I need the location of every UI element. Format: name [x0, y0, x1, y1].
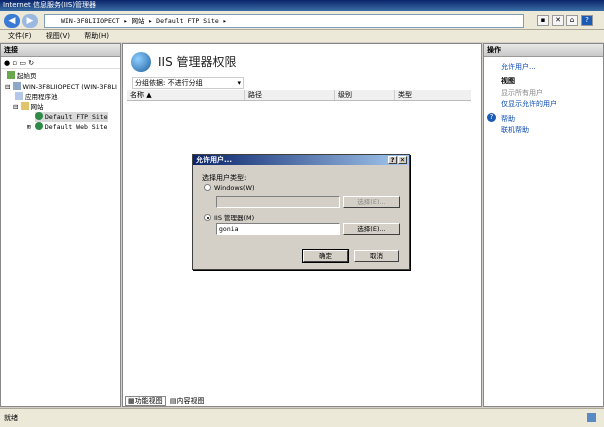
network-icon[interactable]: ▪	[537, 15, 549, 26]
radio-windows[interactable]: Windows(W)	[204, 184, 255, 192]
window-title-bar: Internet 信息服务(IIS)管理器	[0, 0, 604, 11]
folder-icon	[20, 102, 29, 110]
user-type-label: 选择用户类型:	[202, 174, 247, 182]
help-icon[interactable]: ?	[581, 15, 593, 26]
column-name[interactable]: 名称 ▲	[127, 90, 245, 100]
connect-icon[interactable]: ●	[4, 59, 10, 67]
radio-iis-manager[interactable]: IIS 管理器(M)	[204, 212, 254, 222]
tab-features-view[interactable]: ▦功能视图	[125, 396, 166, 406]
action-allow-user[interactable]: 允许用户...	[501, 62, 536, 72]
actions-pane: 操作 允许用户... 视图 显示所有用户 仅显示允许的用户 ? 帮助 联机帮助	[483, 43, 604, 407]
allow-user-dialog: 允许用户... ? ✕ 选择用户类型: Windows(W) 选择(E)... …	[192, 154, 410, 270]
permissions-globe-icon	[131, 52, 151, 72]
action-help[interactable]: 帮助	[501, 114, 515, 124]
refresh-icon[interactable]: ↻	[28, 59, 34, 67]
connections-pane: 连接 ● ▫ ▭ ↻ 起始页 ⊟ WIN-3F8LIIOPECT (WIN-3F…	[0, 43, 121, 407]
collapse-icon[interactable]: ⊟	[13, 103, 18, 111]
help-icon: ?	[487, 113, 496, 122]
start-page-icon	[7, 71, 15, 79]
action-online-help[interactable]: 联机帮助	[501, 125, 529, 135]
windows-user-input[interactable]	[216, 196, 340, 208]
view-tabs: ▦功能视图 ▤内容视图	[125, 396, 206, 407]
column-level[interactable]: 级别	[335, 90, 395, 100]
network-status-icon	[587, 413, 596, 422]
help-icon[interactable]: ?	[388, 156, 397, 164]
stop-icon[interactable]: ✕	[552, 15, 564, 26]
server-icon	[12, 82, 21, 90]
menu-file[interactable]: 文件(F)	[8, 32, 32, 40]
radio-windows-button[interactable]	[204, 184, 211, 191]
view-section-header: 视图	[501, 77, 515, 85]
tree-item-app-pools[interactable]: 应用程序池	[15, 92, 58, 102]
forward-button[interactable]: ▶	[22, 14, 38, 28]
collapse-icon[interactable]: ⊟	[5, 83, 10, 91]
action-show-all-users[interactable]: 显示所有用户	[501, 88, 543, 98]
iis-select-button[interactable]: 选择(E)...	[343, 223, 400, 235]
tab-content-view[interactable]: ▤内容视图	[168, 397, 207, 405]
address-path: WIN-3F8LIIOPECT ▸ 网站 ▸ Default FTP Site …	[61, 17, 227, 25]
column-header-row: 名称 ▲ 路径 级别 类型	[127, 90, 471, 101]
globe-icon	[35, 112, 43, 120]
app-pool-icon	[15, 92, 23, 100]
status-bar: 就绪	[0, 408, 604, 427]
group-by-value: 不进行分组	[167, 79, 203, 87]
window-title: Internet 信息服务(IIS)管理器	[3, 1, 97, 9]
home-icon[interactable]: ⌂	[566, 15, 578, 26]
tree-item-sites[interactable]: ⊟ 网站	[13, 102, 44, 112]
radio-iis-label: IIS 管理器(M)	[214, 214, 255, 222]
group-by-dropdown[interactable]: 分组依据: 不进行分组 ▾	[132, 77, 244, 89]
tree-item-ftp-site[interactable]: Default FTP Site	[35, 112, 108, 122]
group-by-label: 分组依据:	[135, 79, 166, 87]
expand-icon[interactable]: ⊞	[27, 123, 31, 131]
page-title: IIS 管理器权限	[158, 55, 237, 69]
column-path[interactable]: 路径	[245, 90, 335, 100]
radio-iis-button[interactable]	[204, 214, 211, 221]
tree-item-web-site[interactable]: ⊞ Default Web Site	[27, 122, 107, 132]
chevron-down-icon: ▾	[237, 79, 241, 87]
cancel-button[interactable]: 取消	[354, 250, 399, 262]
address-bar: ◀ ▶ WIN-3F8LIIOPECT ▸ 网站 ▸ Default FTP S…	[0, 11, 604, 30]
tree-item-server[interactable]: ⊟ WIN-3F8LIIOPECT (WIN-3F8LI	[5, 82, 117, 92]
globe-icon	[34, 122, 43, 130]
tree-item-start-page[interactable]: 起始页	[7, 71, 37, 81]
actions-header: 操作	[484, 44, 603, 57]
dialog-title: 允许用户...	[196, 156, 232, 164]
windows-select-button[interactable]: 选择(E)...	[343, 196, 400, 208]
back-button[interactable]: ◀	[4, 14, 20, 28]
menu-bar: 文件(F) 视图(V) 帮助(H)	[0, 30, 604, 42]
connections-toolbar: ● ▫ ▭ ↻	[1, 57, 120, 69]
iis-user-input[interactable]: gonia	[216, 223, 340, 235]
status-text: 就绪	[4, 414, 18, 422]
dialog-title-bar: 允许用户... ? ✕	[193, 155, 409, 165]
action-show-allowed-users[interactable]: 仅显示允许的用户	[501, 99, 557, 109]
address-input[interactable]: WIN-3F8LIIOPECT ▸ 网站 ▸ Default FTP Site …	[44, 14, 524, 28]
menu-view[interactable]: 视图(V)	[46, 32, 70, 40]
radio-windows-label: Windows(W)	[214, 184, 255, 192]
ok-button[interactable]: 确定	[302, 249, 349, 263]
column-type[interactable]: 类型	[395, 90, 471, 100]
close-icon[interactable]: ✕	[398, 156, 407, 164]
save-icon[interactable]: ▫	[12, 59, 17, 67]
features-view-icon: ▦	[128, 397, 135, 405]
menu-help[interactable]: 帮助(H)	[84, 32, 109, 40]
connections-header: 连接	[1, 44, 120, 57]
folder-icon[interactable]: ▭	[19, 59, 26, 67]
